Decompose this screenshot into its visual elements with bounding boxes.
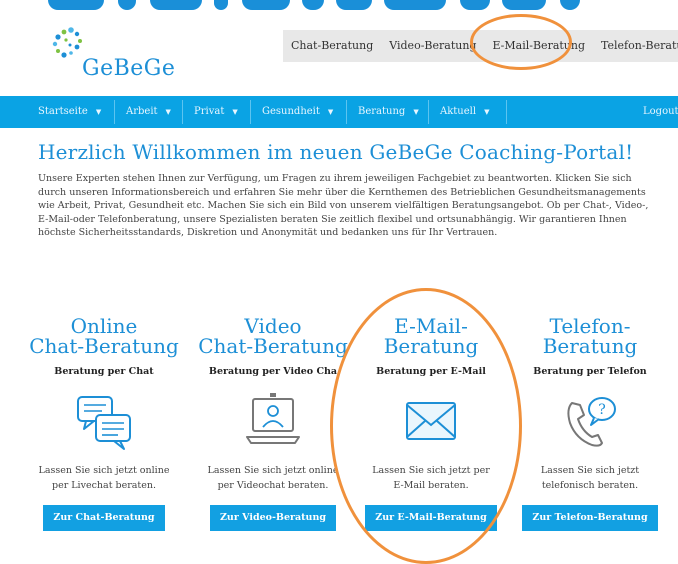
card-desc-line1: Lassen Sie sich jetzt online <box>38 465 170 476</box>
top-cropped-banner <box>0 0 678 14</box>
card-video-beratung: Video Chat-Beratung Beratung per Video C… <box>193 316 353 531</box>
main-nav-aktuell[interactable]: Aktuell ▼ <box>440 96 489 128</box>
video-beratung-button[interactable]: Zur Video-Beratung <box>209 505 336 531</box>
card-title-line2: Chat-Beratung <box>198 334 348 358</box>
card-desc-line2: per Videochat beraten. <box>217 480 329 491</box>
main-nav-startseite[interactable]: Startseite ▼ <box>38 96 101 128</box>
card-desc-line1: Lassen Sie sich jetzt per <box>372 465 490 476</box>
main-nav-privat[interactable]: Privat ▼ <box>194 96 238 128</box>
intro-text: Unsere Experten stehen Ihnen zur Verfügu… <box>38 173 649 239</box>
svg-text:?: ? <box>598 402 606 418</box>
caret-down-icon: ▼ <box>232 108 238 116</box>
caret-down-icon: ▼ <box>327 108 334 116</box>
nav-divider <box>250 100 251 124</box>
card-subtitle: Beratung per Chat <box>54 366 154 377</box>
nav-divider <box>114 100 115 124</box>
top-nav-telefon-beratung[interactable]: Telefon-Beratung <box>593 30 678 62</box>
chat-beratung-button[interactable]: Zur Chat-Beratung <box>43 505 165 531</box>
phone-question-icon: ? <box>558 389 622 453</box>
card-title-line1: Video <box>244 314 302 338</box>
card-desc-line2: per Livechat beraten. <box>51 480 157 491</box>
main-nav-gesundheit[interactable]: Gesundheit ▼ <box>262 96 333 128</box>
card-desc-line1: Lassen Sie sich jetzt online <box>207 465 339 476</box>
main-nav-label: Gesundheit <box>262 106 320 117</box>
top-nav-video-beratung[interactable]: Video-Beratung <box>381 30 484 62</box>
top-nav: Chat-Beratung Video-Beratung E-Mail-Bera… <box>283 30 678 62</box>
nav-divider <box>346 100 347 124</box>
caret-down-icon: ▼ <box>413 108 419 116</box>
main-nav-beratung[interactable]: Beratung ▼ <box>358 96 419 128</box>
nav-divider <box>428 100 429 124</box>
card-title-line1: E-Mail- <box>394 314 468 338</box>
logout-link[interactable]: Logout <box>643 96 678 128</box>
card-title-line1: Telefon- <box>549 314 631 338</box>
main-nav-label: Startseite <box>38 106 88 117</box>
caret-down-icon: ▼ <box>95 108 102 116</box>
main-nav: Startseite ▼ Arbeit ▼ Privat ▼ Gesundheit ▼ … <box>0 96 678 128</box>
card-title-line2: Chat-Beratung <box>29 334 179 358</box>
card-description: Lassen Sie sich jetzt online per Livecha… <box>24 463 184 493</box>
card-email-beratung: E-Mail- Beratung Beratung per E-Mail Las… <box>351 316 511 531</box>
card-title-line2: Beratung <box>383 334 479 358</box>
envelope-icon <box>399 389 463 453</box>
logo[interactable]: GeBeGe <box>40 26 190 86</box>
card-desc-line2: telefonisch beraten. <box>541 480 639 491</box>
card-subtitle: Beratung per E-Mail <box>376 366 486 377</box>
card-title-line2: Beratung <box>542 334 638 358</box>
video-laptop-icon <box>241 389 305 453</box>
card-description: Lassen Sie sich jetzt telefonisch berate… <box>510 463 670 493</box>
caret-down-icon: ▼ <box>484 108 490 116</box>
card-telefon-beratung: Telefon- Beratung Beratung per Telefon ?… <box>510 316 670 531</box>
chat-bubbles-icon <box>72 389 136 453</box>
page-title: Herzlich Willkommen im neuen GeBeGe Coac… <box>38 140 634 164</box>
card-desc-line1: Lassen Sie sich jetzt <box>540 465 640 476</box>
card-subtitle: Beratung per Telefon <box>533 366 647 377</box>
card-description: Lassen Sie sich jetzt online per Videoch… <box>193 463 353 493</box>
nav-divider <box>506 100 507 124</box>
main-nav-label: Beratung <box>358 106 406 117</box>
main-nav-label: Aktuell <box>440 106 477 117</box>
card-chat-beratung: Online Chat-Beratung Beratung per Chat L… <box>24 316 184 531</box>
top-nav-chat-beratung[interactable]: Chat-Beratung <box>283 30 381 62</box>
telefon-beratung-button[interactable]: Zur Telefon-Beratung <box>522 505 658 531</box>
card-title-line1: Online <box>70 314 138 338</box>
main-nav-label: Arbeit <box>126 106 158 117</box>
card-subtitle: Beratung per Video Cha <box>208 366 338 377</box>
card-description: Lassen Sie sich jetzt per E-Mail beraten… <box>351 463 511 493</box>
nav-divider <box>182 100 183 124</box>
caret-down-icon: ▼ <box>165 108 171 116</box>
email-beratung-button[interactable]: Zur E-Mail-Beratung <box>365 505 497 531</box>
main-nav-label: Privat <box>194 106 225 117</box>
main-nav-arbeit[interactable]: Arbeit ▼ <box>126 96 171 128</box>
logo-text: GeBeGe <box>82 56 176 81</box>
top-nav-email-beratung[interactable]: E-Mail-Beratung <box>484 30 593 62</box>
card-desc-line2: E-Mail beraten. <box>393 480 469 491</box>
